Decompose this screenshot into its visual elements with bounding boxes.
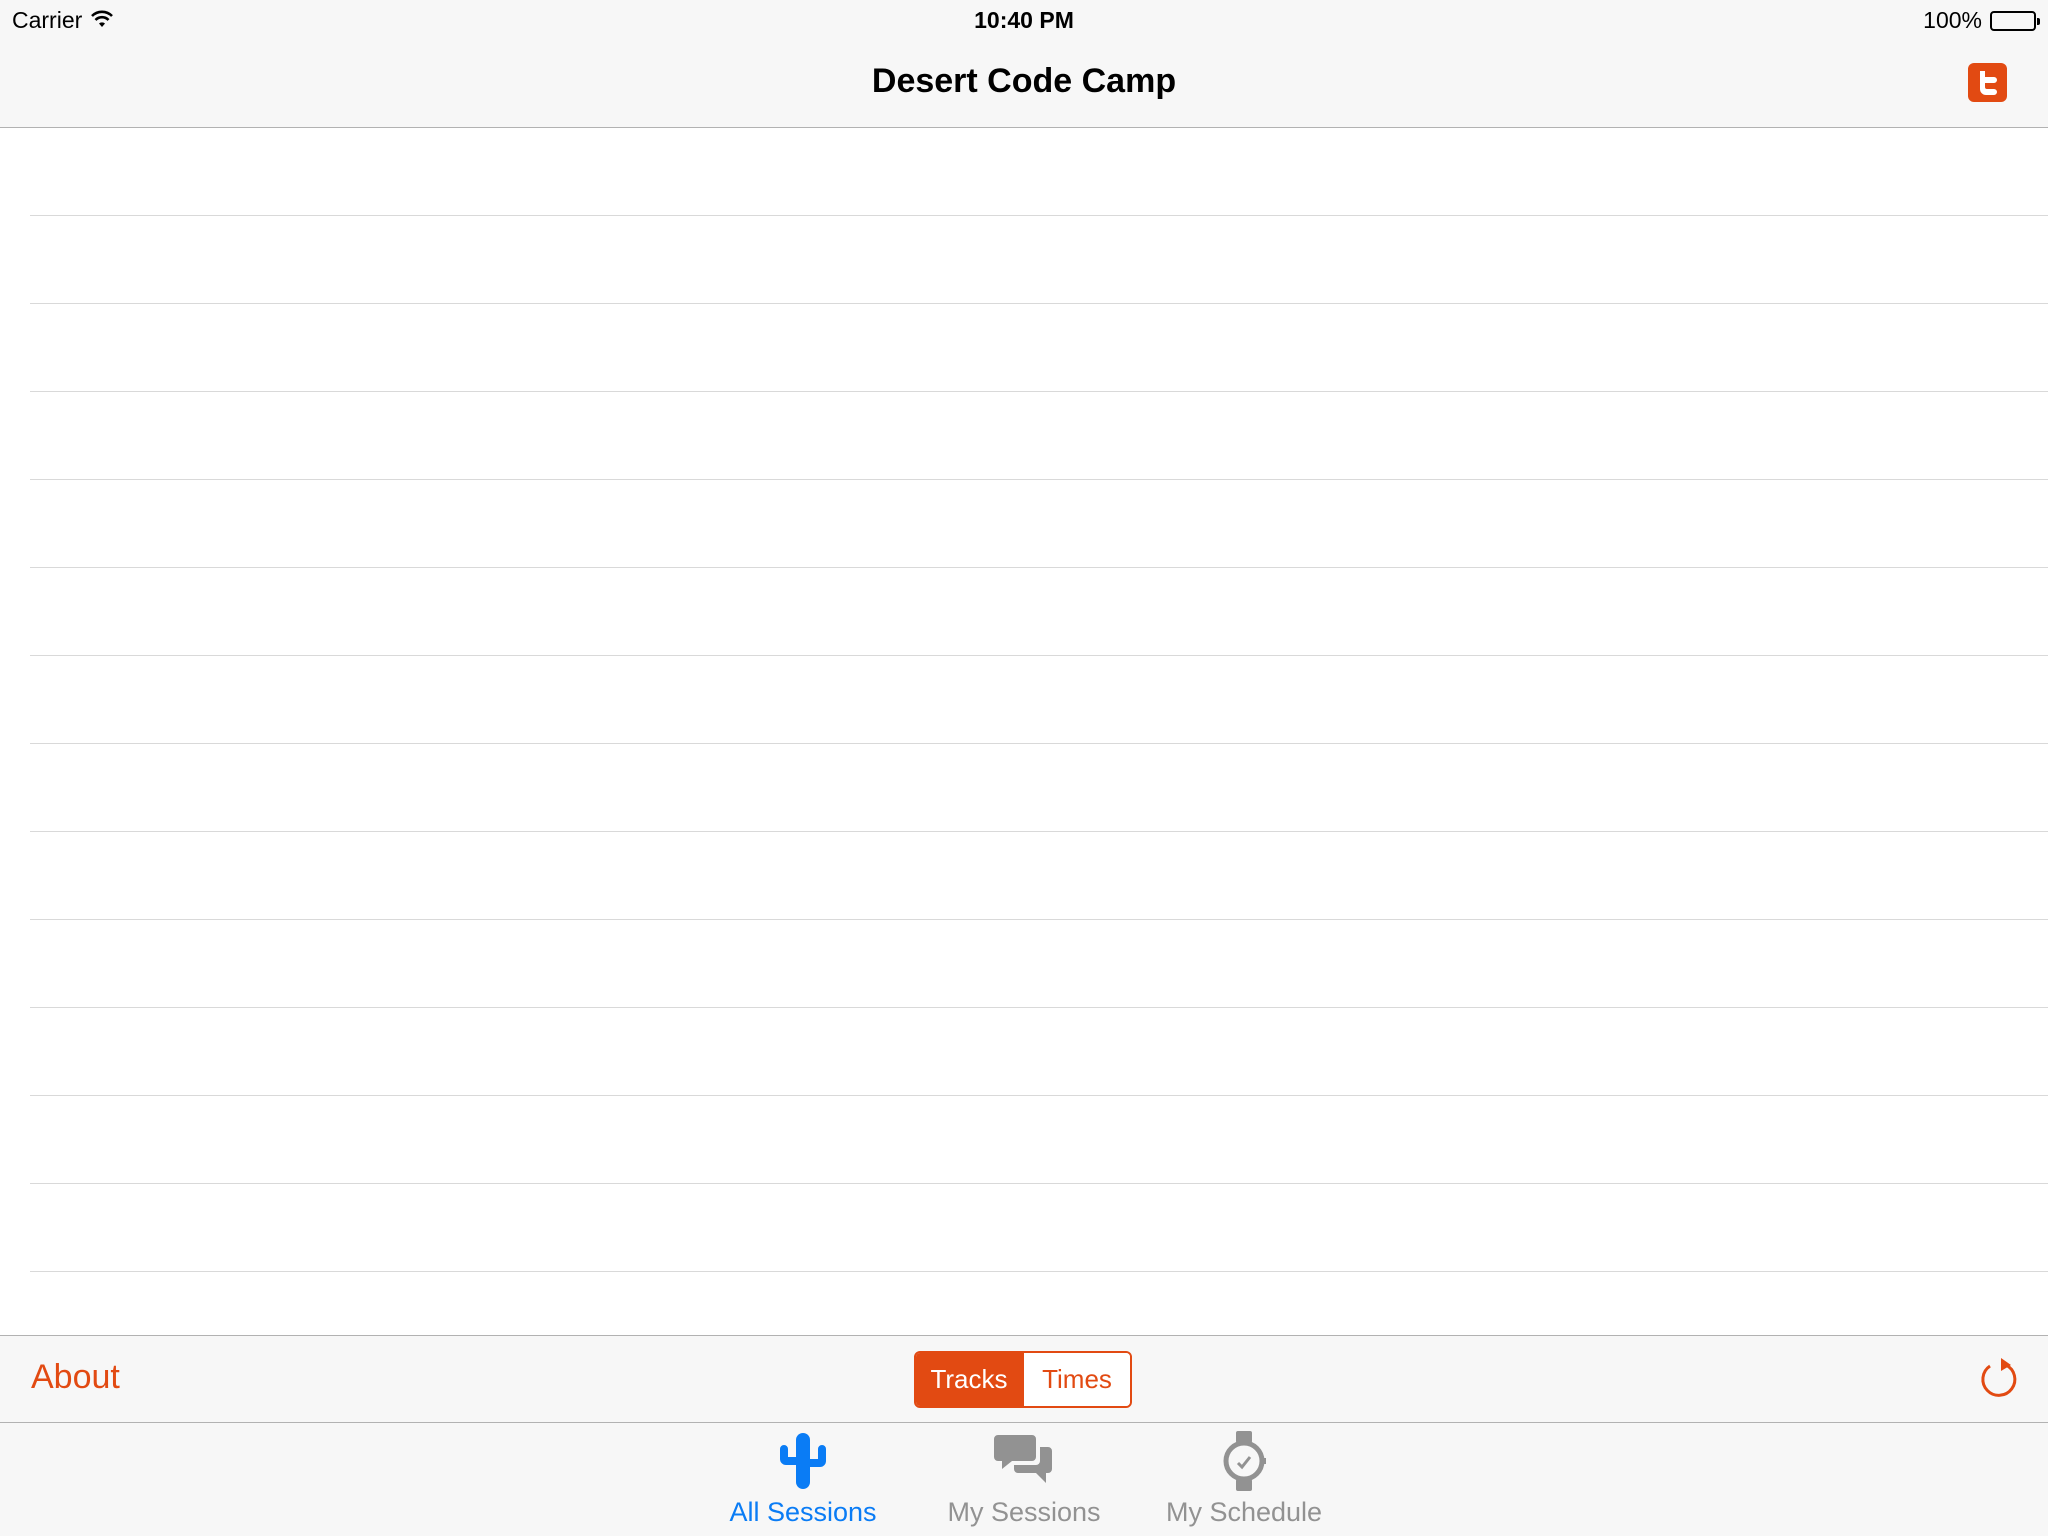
list-item[interactable]: [30, 1096, 2048, 1184]
tab-label: My Sessions: [947, 1497, 1101, 1527]
tab-my-sessions[interactable]: My Sessions: [934, 1429, 1114, 1534]
list-item[interactable]: [30, 656, 2048, 744]
list-item[interactable]: [30, 568, 2048, 656]
session-list[interactable]: [0, 128, 2048, 1335]
list-item[interactable]: [30, 216, 2048, 304]
refresh-button[interactable]: [1976, 1356, 2022, 1402]
tab-label: My Schedule: [1165, 1497, 1323, 1527]
list-item[interactable]: [30, 1184, 2048, 1272]
navigation-bar: Desert Code Camp: [0, 40, 2048, 128]
list-item[interactable]: [30, 480, 2048, 568]
tab-my-schedule[interactable]: My Schedule: [1154, 1429, 1334, 1534]
list-item[interactable]: [30, 832, 2048, 920]
tab-label: All Sessions: [729, 1497, 877, 1527]
tab-bar: All Sessions My Sessions My Schedule: [0, 1423, 2048, 1536]
battery-percent: 100%: [1923, 7, 1982, 33]
page-title: Desert Code Camp: [871, 62, 1177, 100]
list-item[interactable]: [30, 128, 2048, 216]
refresh-icon: [1981, 1358, 2017, 1397]
segment-times[interactable]: Times: [1022, 1353, 1130, 1406]
list-item[interactable]: [30, 1008, 2048, 1096]
twitter-button[interactable]: [1968, 63, 2007, 102]
status-right: 100%: [1923, 7, 2040, 34]
bottom-toolbar: About Tracks Times: [0, 1335, 2048, 1423]
battery-icon: [1990, 10, 2040, 31]
watch-icon: [1223, 1431, 1266, 1491]
status-bar: Carrier 10:40 PM 100%: [0, 0, 2048, 40]
chat-bubbles-icon: [994, 1435, 1052, 1483]
segment-tracks[interactable]: Tracks: [916, 1353, 1022, 1406]
list-item[interactable]: [30, 304, 2048, 392]
list-item[interactable]: [30, 392, 2048, 480]
status-time: 10:40 PM: [974, 7, 1074, 33]
list-item[interactable]: [30, 744, 2048, 832]
list-item[interactable]: [30, 920, 2048, 1008]
tab-all-sessions[interactable]: All Sessions: [713, 1429, 893, 1534]
twitter-icon: [1979, 70, 1997, 95]
cactus-icon: [780, 1433, 826, 1489]
tracks-times-segmented-control: Tracks Times: [914, 1351, 1132, 1408]
about-button[interactable]: About: [31, 1358, 120, 1397]
